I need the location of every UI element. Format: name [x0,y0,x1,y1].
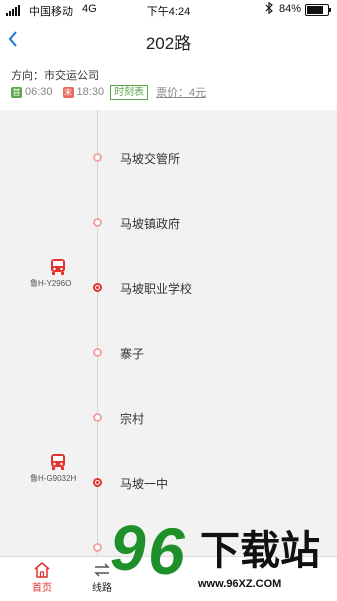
stop-name: 寨子 [120,347,145,361]
timetable-button[interactable]: 时刻表 [110,84,149,100]
bus-plate: 鲁H-G9032H [30,474,77,483]
stop-item[interactable]: 宗村 [0,408,337,428]
schedule-row: 首 06:30 末 18:30 时刻表 票价：4元 [11,84,206,100]
stop-name: 马坡职业学校 [120,282,193,296]
stop-name: 马坡交管所 [120,152,181,166]
tab-home[interactable]: 首页 [12,561,72,594]
home-icon [33,561,51,579]
bus-icon [49,453,67,471]
battery-icon [305,4,331,16]
first-bus-badge: 首 [11,86,22,98]
stop-dot [93,153,102,162]
stop-dot [93,283,102,292]
bus-plate: 鲁H-Y296O [30,279,72,288]
status-bar: 中国移动 4G 下午4:24 84% [0,0,337,20]
last-bus-badge: 末 [62,86,74,98]
bus-marker[interactable]: 鲁H-G9032H [30,453,90,484]
tab-home-label: 首页 [32,583,52,594]
page-title: 202路 [145,34,192,53]
route-info: 方向：市交运公司 首 06:30 末 18:30 时刻表 票价：4元 [0,60,337,106]
stop-name: 马坡一中 [120,477,169,491]
stop-dot [93,543,102,552]
last-bus-time: 18:30 [76,86,105,98]
bus-marker[interactable]: 鲁H-Y296O [30,258,90,289]
battery-percent: 84% [279,3,302,15]
svg-text:6: 6 [148,514,186,582]
stop-item[interactable]: 马坡交管所 [0,148,337,168]
stop-dot [93,413,102,422]
direction-text: 方向：市交运公司 [11,70,99,82]
bluetooth-icon [265,1,273,17]
stop-dot [93,218,102,227]
nav-bar: 202路 [0,20,337,60]
stop-item[interactable]: 寨子 [0,343,337,363]
bus-icon [49,258,67,276]
watermark-logo: 9 6 下载站 www.96XZ.COM [108,512,337,600]
first-bus-time: 06:30 [25,86,53,98]
svg-text:下载站: 下载站 [200,528,320,574]
route-map[interactable]: 马坡交管所马坡镇政府马坡职业学校 寨子宗村马坡一中 鲁H-Y296O 鲁H-G903… [0,110,337,556]
svg-text:9: 9 [110,512,146,582]
stop-dot [93,478,102,487]
stop-item[interactable]: 马坡镇政府 [0,213,337,233]
stop-name: 马坡镇政府 [120,217,181,231]
stop-dot [93,348,102,357]
stop-name: 宗村 [120,412,145,426]
fare-text: 票价：4元 [156,87,207,99]
watermark-url: www.96XZ.COM [198,578,282,590]
